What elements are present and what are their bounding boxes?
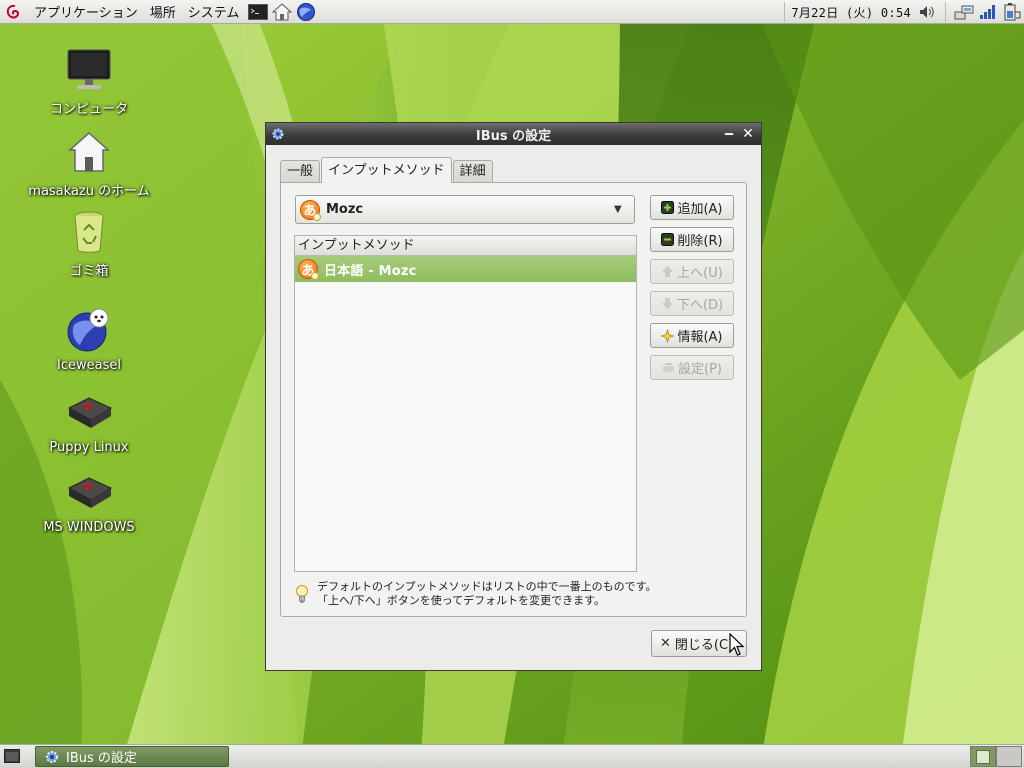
home-folder-icon <box>65 128 113 176</box>
move-down-button[interactable]: 下へ(D) <box>650 291 734 316</box>
iceweasel-icon <box>65 306 113 354</box>
list-item-label: 日本語 - Mozc <box>324 263 417 279</box>
window-titlebar[interactable]: IBus の設定 ‒ ✕ <box>266 123 761 145</box>
remove-button-label: 削除(R) <box>677 234 723 249</box>
mozc-icon: あ <box>298 259 319 280</box>
tab-bar: 一般 インプットメソッド 詳細 <box>280 157 494 183</box>
move-up-button[interactable]: 上へ(U) <box>650 259 734 284</box>
close-button-label: 閉じる(C) <box>674 638 734 653</box>
desktop-icon-home[interactable]: masakazu のホーム <box>28 128 150 199</box>
input-method-panel: あ Mozc ▼ インプットメソッド あ 日本語 - Mozc 追加(A) 削除… <box>280 182 747 617</box>
preferences-icon <box>662 361 675 374</box>
action-buttons: 追加(A) 削除(R) 上へ(U) 下へ(D) 情報(A) 設定(P) <box>650 195 734 387</box>
tab-advanced[interactable]: 詳細 <box>452 160 493 183</box>
close-window-button[interactable]: ✕ <box>740 126 756 142</box>
star-icon <box>661 328 675 343</box>
desktop-icon-label: コンピュータ <box>49 102 128 117</box>
top-panel: アプリケーション 場所 システム 7月22日 (火) 0:54 <box>0 0 1024 24</box>
arrow-up-icon <box>661 265 674 278</box>
lightbulb-icon <box>296 585 308 603</box>
system-menu[interactable]: システム <box>182 2 246 21</box>
show-desktop-icon[interactable] <box>4 749 20 763</box>
desktop-icon-puppy-linux[interactable]: Puppy Linux <box>29 388 149 455</box>
close-icon: ✕ <box>660 636 671 651</box>
desktop-icon-label: ゴミ箱 <box>69 264 109 279</box>
panel-separator <box>945 2 946 22</box>
panel-clock[interactable]: 7月22日 (火) 0:54 <box>791 4 911 21</box>
network-icon[interactable] <box>954 2 974 22</box>
minimize-button[interactable]: ‒ <box>721 126 737 142</box>
computer-icon <box>65 46 113 94</box>
hard-drive-icon <box>65 468 113 516</box>
remove-button[interactable]: 削除(R) <box>650 227 734 252</box>
hint-text: デフォルトのインプットメソッドはリストの中で一番上のものです。 「上へ/下へ」ボ… <box>317 580 657 608</box>
taskbar-item-ibus-settings[interactable]: IBus の設定 <box>35 746 229 767</box>
desktop-icon-computer[interactable]: コンピュータ <box>29 46 149 117</box>
remove-icon <box>661 233 675 246</box>
add-button[interactable]: 追加(A) <box>650 195 734 220</box>
mouse-cursor-icon <box>729 633 745 656</box>
bottom-panel: IBus の設定 <box>0 744 1024 768</box>
taskbar-item-label: IBus の設定 <box>66 751 137 766</box>
workspace-switcher <box>970 746 1022 767</box>
desktop-icon-label: Iceweasel <box>57 358 121 373</box>
applications-menu[interactable]: アプリケーション <box>28 2 144 21</box>
preferences-button[interactable]: 設定(P) <box>650 355 734 380</box>
hint-line-1: デフォルトのインプットメソッドはリストの中で一番上のものです。 <box>317 580 657 593</box>
workspace-window-thumbnail <box>976 750 990 764</box>
list-column-header[interactable]: インプットメソッド <box>295 236 636 256</box>
hint-area: デフォルトのインプットメソッドはリストの中で一番上のものです。 「上へ/下へ」ボ… <box>295 580 657 608</box>
battery-icon[interactable] <box>1002 2 1022 22</box>
info-button[interactable]: 情報(A) <box>650 323 734 348</box>
gear-icon <box>46 750 58 763</box>
add-button-label: 追加(A) <box>677 202 723 217</box>
ibus-settings-window: IBus の設定 ‒ ✕ 一般 インプットメソッド 詳細 あ Mozc ▼ イン… <box>265 122 762 671</box>
add-icon <box>661 201 675 214</box>
debian-logo-icon[interactable] <box>6 4 22 20</box>
move-up-button-label: 上へ(U) <box>677 266 723 281</box>
trash-icon <box>65 208 113 256</box>
combo-selected-value: Mozc <box>326 202 364 217</box>
arrow-down-icon <box>661 297 674 310</box>
desktop-icon-trash[interactable]: ゴミ箱 <box>29 208 149 279</box>
desktop-icon-iceweasel[interactable]: Iceweasel <box>29 306 149 373</box>
signal-strength-icon[interactable] <box>978 2 998 22</box>
hard-drive-icon <box>65 388 113 436</box>
home-launcher-icon[interactable] <box>271 2 293 22</box>
iceweasel-launcher-icon[interactable] <box>295 2 317 22</box>
workspace-1[interactable] <box>970 746 996 767</box>
volume-icon[interactable] <box>917 2 937 22</box>
desktop-icon-ms-windows[interactable]: MS WINDOWS <box>29 468 149 535</box>
desktop-icon-label: MS WINDOWS <box>43 520 135 535</box>
terminal-launcher-icon[interactable] <box>247 2 269 22</box>
hint-line-2: 「上へ/下へ」ボタンを使ってデフォルトを変更できます。 <box>317 594 606 607</box>
gear-icon[interactable] <box>271 127 285 141</box>
mozc-icon: あ <box>300 199 321 221</box>
desktop-icon-label: masakazu のホーム <box>28 184 150 199</box>
workspace-2[interactable] <box>996 746 1022 767</box>
preferences-button-label: 設定(P) <box>678 362 722 377</box>
tab-input-method[interactable]: インプットメソッド <box>321 157 452 183</box>
list-item[interactable]: あ 日本語 - Mozc <box>295 256 636 282</box>
tab-general[interactable]: 一般 <box>280 160 321 183</box>
places-menu[interactable]: 場所 <box>144 2 182 21</box>
panel-separator <box>784 2 786 22</box>
move-down-button-label: 下へ(D) <box>676 298 724 313</box>
dropdown-arrow-icon: ▼ <box>614 204 622 215</box>
info-button-label: 情報(A) <box>677 330 723 345</box>
window-title: IBus の設定 <box>475 128 552 144</box>
input-method-combo[interactable]: あ Mozc ▼ <box>295 195 635 224</box>
input-method-list[interactable]: インプットメソッド あ 日本語 - Mozc <box>294 235 637 572</box>
desktop-icon-label: Puppy Linux <box>49 440 129 455</box>
